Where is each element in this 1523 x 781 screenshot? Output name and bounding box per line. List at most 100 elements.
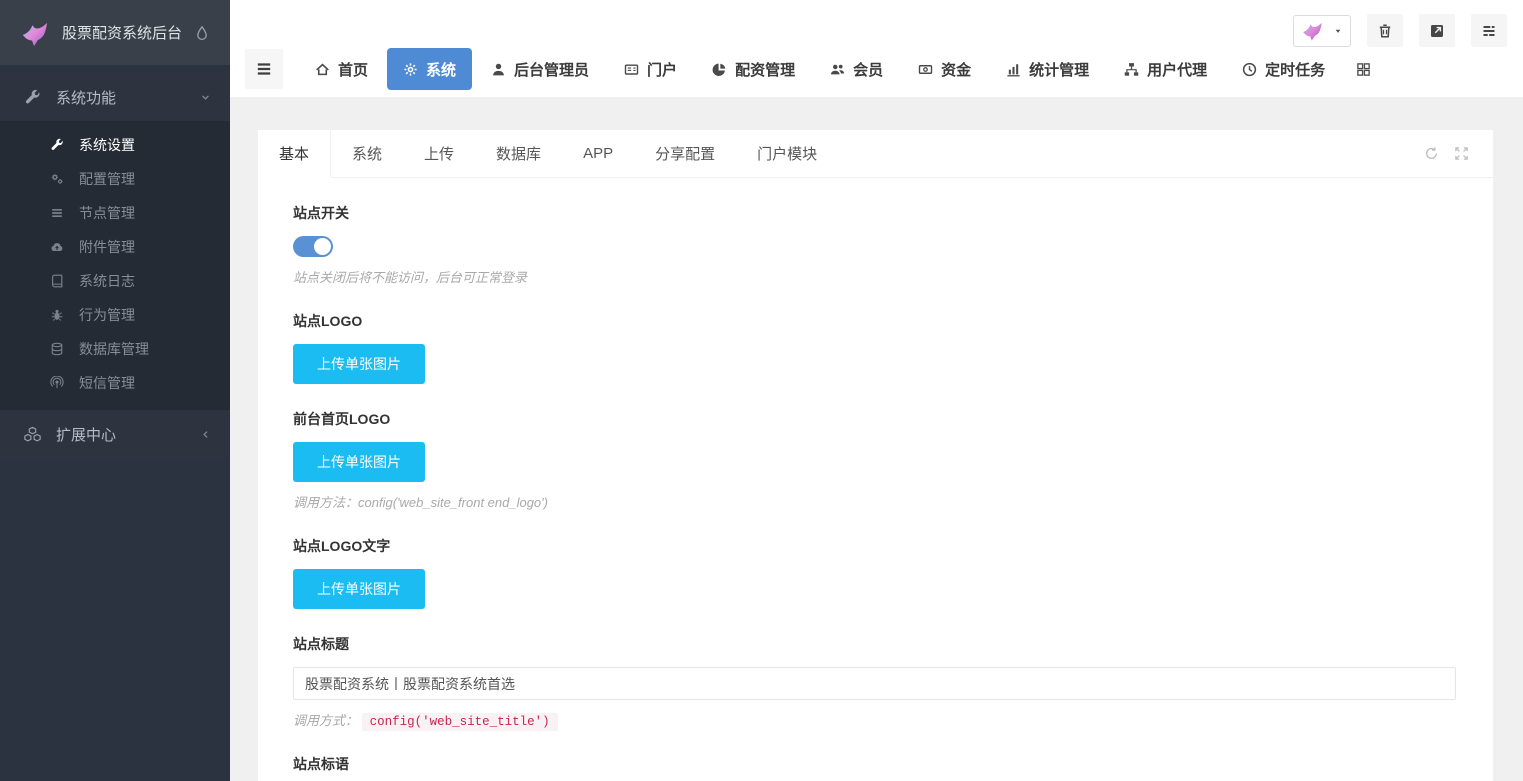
nav-tab-system[interactable]: 系统 <box>387 48 472 90</box>
field-front-logo: 前台首页LOGO 上传单张图片 调用方法：config('web_site_fr… <box>293 409 1456 511</box>
site-title-input[interactable] <box>293 667 1456 700</box>
help-code: config('web_site_title') <box>362 713 558 731</box>
sidebar-section-label: 系统功能 <box>56 87 116 108</box>
external-link-icon <box>1429 23 1445 39</box>
clock-icon <box>1242 62 1257 77</box>
gear-icon <box>403 62 418 77</box>
header-toolbar <box>1293 14 1507 47</box>
sidebar-item-label: 短信管理 <box>79 373 135 393</box>
app-title: 股票配资系统后台 <box>62 22 194 43</box>
pie-chart-icon <box>712 62 727 77</box>
field-label: 前台首页LOGO <box>293 409 1456 429</box>
bird-logo-icon <box>20 18 50 48</box>
nav-tab-label: 系统 <box>426 59 456 80</box>
sidebar-section-label: 扩展中心 <box>56 424 116 445</box>
cubes-icon <box>24 426 41 443</box>
wrench-icon <box>50 138 64 152</box>
home-icon <box>315 62 330 77</box>
field-site-title: 站点标题 调用方式： config('web_site_title') <box>293 634 1456 729</box>
field-help: 调用方法：config('web_site_front end_logo') <box>293 492 1456 511</box>
nav-tab-label: 用户代理 <box>1147 59 1207 80</box>
book-icon <box>50 274 64 288</box>
sidebar-item-label: 系统设置 <box>79 135 135 155</box>
sidebar-item-sms-management[interactable]: 短信管理 <box>0 366 230 400</box>
sidebar-item-behavior-management[interactable]: 行为管理 <box>0 298 230 332</box>
nav-tab-label: 门户 <box>647 59 677 80</box>
field-label: 站点标语 <box>293 754 1456 774</box>
sidebar-section-extension-center[interactable]: 扩展中心 <box>0 410 230 458</box>
field-help: 站点关闭后将不能访问，后台可正常登录 <box>293 267 1456 286</box>
field-label: 站点开关 <box>293 203 1456 223</box>
sidebar-item-database-management[interactable]: 数据库管理 <box>0 332 230 366</box>
sidebar-item-system-log[interactable]: 系统日志 <box>0 264 230 298</box>
upload-logo-text-button[interactable]: 上传单张图片 <box>293 569 425 609</box>
nav-tab-home[interactable]: 首页 <box>299 48 384 90</box>
caret-down-icon <box>1333 26 1343 36</box>
list-menu-icon <box>1481 23 1497 39</box>
settings-tab-bar: 基本 系统 上传 数据库 APP 分享配置 门户模块 <box>258 130 1493 178</box>
nav-tab-admins[interactable]: 后台管理员 <box>475 48 605 90</box>
tab-label: 数据库 <box>496 143 541 164</box>
tab-label: 分享配置 <box>655 143 715 164</box>
droplet-icon[interactable] <box>194 25 210 41</box>
field-logo-text: 站点LOGO文字 上传单张图片 <box>293 536 1456 609</box>
nav-tab-portal[interactable]: 门户 <box>608 48 693 90</box>
bug-icon <box>50 308 64 322</box>
nav-tab-financing[interactable]: 配资管理 <box>696 48 811 90</box>
tab-upload[interactable]: 上传 <box>403 130 475 177</box>
sidebar-toggle-button[interactable] <box>245 49 283 89</box>
field-site-switch: 站点开关 站点关闭后将不能访问，后台可正常登录 <box>293 203 1456 286</box>
nav-tab-more-grid[interactable] <box>1344 48 1383 90</box>
bar-chart-icon <box>1006 62 1021 77</box>
sidebar-item-system-settings[interactable]: 系统设置 <box>0 128 230 162</box>
nav-tab-label: 资金 <box>941 59 971 80</box>
wrench-icon <box>24 89 41 106</box>
sidebar-item-label: 系统日志 <box>79 271 135 291</box>
tab-label: APP <box>583 145 613 162</box>
nav-tab-label: 后台管理员 <box>514 59 589 80</box>
tab-database[interactable]: 数据库 <box>475 130 562 177</box>
top-nav-tabs: 首页 系统 后台管理员 门户 配资管理 会员 <box>299 48 1386 90</box>
nav-tab-label: 配资管理 <box>735 59 795 80</box>
nav-tab-members[interactable]: 会员 <box>814 48 899 90</box>
refresh-icon[interactable] <box>1424 146 1439 161</box>
trash-icon <box>1377 23 1393 39</box>
nav-tab-funds[interactable]: 资金 <box>902 48 987 90</box>
sitemap-icon <box>1124 62 1139 77</box>
tab-basic[interactable]: 基本 <box>258 130 331 177</box>
cogs-icon <box>50 172 64 186</box>
sidebar-item-label: 数据库管理 <box>79 339 149 359</box>
top-header: 首页 系统 后台管理员 门户 配资管理 会员 <box>230 0 1523 97</box>
tab-share-config[interactable]: 分享配置 <box>634 130 736 177</box>
sidebar-item-config-management[interactable]: 配置管理 <box>0 162 230 196</box>
fullscreen-link-button[interactable] <box>1419 14 1455 47</box>
tab-label: 基本 <box>279 143 309 164</box>
newspaper-icon <box>624 62 639 77</box>
trash-button[interactable] <box>1367 14 1403 47</box>
hamburger-icon <box>255 60 273 78</box>
upload-front-logo-button[interactable]: 上传单张图片 <box>293 442 425 482</box>
sidebar-item-attachment-management[interactable]: 附件管理 <box>0 230 230 264</box>
expand-icon[interactable] <box>1454 146 1469 161</box>
help-prefix: 调用方式： <box>293 713 358 728</box>
tab-app[interactable]: APP <box>562 130 634 177</box>
nav-tab-label: 会员 <box>853 59 883 80</box>
theme-menu-button[interactable] <box>1471 14 1507 47</box>
sidebar-section-system-functions[interactable]: 系统功能 <box>0 73 230 121</box>
nav-tab-user-agents[interactable]: 用户代理 <box>1108 48 1223 90</box>
nav-tab-scheduled-tasks[interactable]: 定时任务 <box>1226 48 1341 90</box>
tab-system[interactable]: 系统 <box>331 130 403 177</box>
avatar-menu[interactable] <box>1293 15 1351 47</box>
nav-tab-statistics[interactable]: 统计管理 <box>990 48 1105 90</box>
users-icon <box>830 62 845 77</box>
toggle-knob <box>314 238 331 255</box>
site-switch-toggle[interactable] <box>293 236 333 257</box>
sidebar-item-label: 节点管理 <box>79 203 135 223</box>
tab-portal-module[interactable]: 门户模块 <box>736 130 838 177</box>
tab-label: 门户模块 <box>757 143 817 164</box>
chevron-down-icon <box>199 91 212 104</box>
cloud-upload-icon <box>50 240 64 254</box>
settings-card: 基本 系统 上传 数据库 APP 分享配置 门户模块 站点开关 站点关闭后将不能… <box>258 130 1493 781</box>
sidebar-item-node-management[interactable]: 节点管理 <box>0 196 230 230</box>
upload-site-logo-button[interactable]: 上传单张图片 <box>293 344 425 384</box>
